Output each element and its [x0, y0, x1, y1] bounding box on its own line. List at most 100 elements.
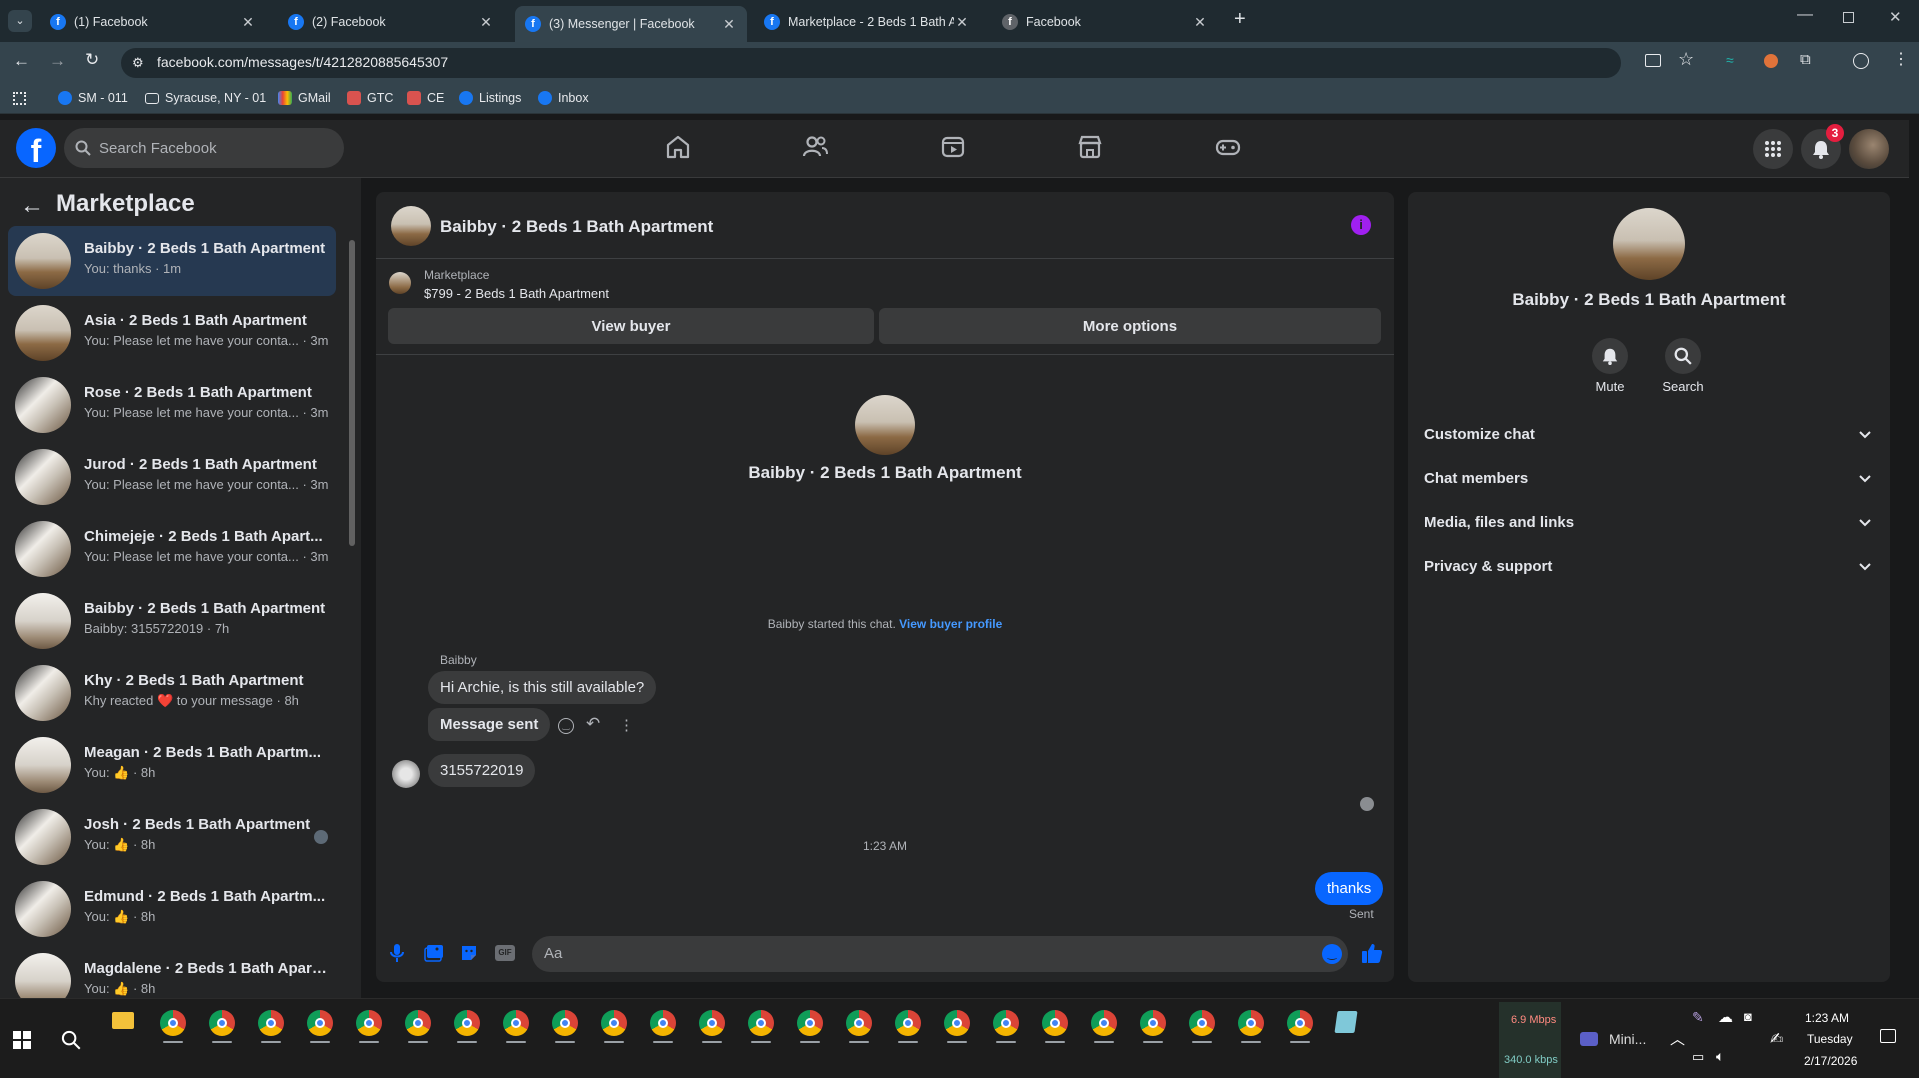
browser-menu-icon[interactable]: ⋮ — [1893, 49, 1909, 69]
like-thumb-icon[interactable] — [1361, 942, 1383, 964]
customize-chat-section[interactable]: Customize chat — [1424, 426, 1535, 443]
chrome-window-icon[interactable] — [1091, 1010, 1117, 1043]
sender-avatar[interactable] — [392, 760, 420, 788]
bookmark-ce[interactable]: CE — [407, 91, 444, 105]
show-hidden-icons-chevron-icon[interactable]: ︿ — [1670, 1028, 1685, 1049]
extension-cookie-icon[interactable] — [1764, 54, 1778, 68]
back-icon[interactable]: ← — [13, 51, 30, 71]
browser-tab-5[interactable]: f Facebook ✕ — [992, 6, 1218, 38]
tab-search-button[interactable]: ⌄ — [8, 10, 32, 32]
extensions-puzzle-icon[interactable]: ⧉ — [1800, 51, 1811, 68]
menu-grid-button[interactable] — [1753, 129, 1793, 169]
details-avatar[interactable] — [1613, 208, 1685, 280]
profile-icon[interactable] — [1853, 53, 1869, 69]
chrome-window-icon[interactable] — [307, 1010, 333, 1043]
chrome-window-icon[interactable] — [258, 1010, 284, 1043]
chevron-down-icon[interactable] — [1858, 430, 1872, 440]
listing-title[interactable]: $799 - 2 Beds 1 Bath Apartment — [424, 286, 609, 301]
chrome-window-icon[interactable] — [1140, 1010, 1166, 1043]
chrome-window-icon[interactable] — [454, 1010, 480, 1043]
conversation-item[interactable]: Rose · 2 Beds 1 Bath Apartment You: Plea… — [8, 370, 336, 440]
camera-icon[interactable]: ◙ — [1744, 1009, 1752, 1024]
info-icon[interactable]: i — [1351, 215, 1371, 235]
chrome-window-icon[interactable] — [1238, 1010, 1264, 1043]
windows-start-icon[interactable] — [13, 1031, 31, 1049]
view-buyer-profile-link[interactable]: View buyer profile — [899, 617, 1002, 631]
file-explorer-icon[interactable] — [112, 1012, 134, 1029]
bookmark-listings[interactable]: Listings — [459, 91, 521, 105]
chrome-window-icon[interactable] — [503, 1010, 529, 1043]
chevron-down-icon[interactable] — [1858, 474, 1872, 484]
chat-header-avatar[interactable] — [391, 206, 431, 246]
mini-app-label[interactable]: Mini... — [1609, 1031, 1646, 1047]
onedrive-cloud-icon[interactable]: ☁ — [1718, 1008, 1733, 1026]
touch-pen-icon[interactable]: ✍︎ — [1770, 1029, 1783, 1049]
bookmark-inbox[interactable]: Inbox — [538, 91, 589, 105]
gif-icon[interactable]: GIF — [495, 945, 515, 961]
chrome-window-icon[interactable] — [209, 1010, 235, 1043]
clock-time[interactable]: 1:23 AM — [1805, 1011, 1849, 1025]
friends-icon[interactable] — [801, 133, 829, 161]
privacy-support-section[interactable]: Privacy & support — [1424, 558, 1552, 575]
mini-app-icon[interactable] — [1580, 1032, 1598, 1046]
conversation-item[interactable]: Asia · 2 Beds 1 Bath Apartment You: Plea… — [8, 298, 336, 368]
close-tab-icon[interactable]: ✕ — [1192, 14, 1208, 31]
volume-icon[interactable]: 🔈︎ — [1716, 1048, 1724, 1065]
chrome-window-icon[interactable] — [356, 1010, 382, 1043]
install-app-icon[interactable] — [1645, 54, 1661, 67]
chat-title[interactable]: Baibby · 2 Beds 1 Bath Apartment — [440, 217, 713, 237]
browser-tab-1[interactable]: f (1) Facebook ✕ — [40, 6, 266, 38]
photo-icon[interactable] — [424, 944, 444, 962]
chrome-window-icon[interactable] — [944, 1010, 970, 1043]
gaming-icon[interactable] — [1214, 133, 1242, 161]
conversation-item[interactable]: Meagan · 2 Beds 1 Bath Apartm... You: 👍 … — [8, 730, 336, 800]
bookmark-gtc[interactable]: GTC — [347, 91, 393, 105]
chevron-down-icon[interactable] — [1858, 518, 1872, 528]
taskbar-search-icon[interactable] — [61, 1030, 81, 1050]
facebook-logo-icon[interactable]: f — [16, 128, 56, 168]
conversation-item[interactable]: Edmund · 2 Beds 1 Bath Apartm... You: 👍 … — [8, 874, 336, 944]
close-tab-icon[interactable]: ✕ — [721, 16, 737, 33]
more-options-button[interactable]: More options — [879, 308, 1381, 344]
close-window-icon[interactable]: ✕ — [1889, 8, 1902, 26]
notepad-icon[interactable] — [1334, 1011, 1358, 1033]
emoji-icon[interactable]: ‿ — [1322, 944, 1342, 964]
chrome-window-icon[interactable] — [1042, 1010, 1068, 1043]
chevron-down-icon[interactable] — [1858, 562, 1872, 572]
sticker-icon[interactable] — [460, 944, 478, 962]
extension-wave-icon[interactable]: ≈ — [1726, 52, 1734, 68]
page-scrollbar[interactable] — [1909, 120, 1919, 998]
browser-tab-3[interactable]: f (3) Messenger | Facebook ✕ — [515, 6, 747, 42]
media-files-links-section[interactable]: Media, files and links — [1424, 514, 1574, 531]
home-icon[interactable] — [664, 133, 692, 161]
conversation-list-scrollbar[interactable] — [349, 240, 355, 546]
back-arrow-icon[interactable]: ← — [20, 192, 44, 220]
url-text[interactable]: facebook.com/messages/t/4212820885645307 — [157, 54, 448, 70]
video-icon[interactable] — [939, 133, 967, 161]
minimize-window-icon[interactable]: — — [1797, 6, 1813, 24]
chrome-window-icon[interactable] — [650, 1010, 676, 1043]
mute-button[interactable] — [1592, 338, 1628, 374]
chrome-window-icon[interactable] — [699, 1010, 725, 1043]
conversation-item[interactable]: Josh · 2 Beds 1 Bath Apartment You: 👍 · … — [8, 802, 336, 872]
pen-icon[interactable]: ✎ — [1692, 1009, 1704, 1026]
chrome-window-icon[interactable] — [1189, 1010, 1215, 1043]
chrome-window-icon[interactable] — [895, 1010, 921, 1043]
bookmark-sm011[interactable]: SM - 011 — [58, 91, 128, 105]
incoming-message[interactable]: 3155722019 — [428, 754, 536, 787]
apps-grid-icon[interactable] — [13, 92, 26, 105]
forward-icon[interactable]: → — [49, 51, 66, 71]
chrome-window-icon[interactable] — [405, 1010, 431, 1043]
conversation-item[interactable]: Baibby · 2 Beds 1 Bath Apartment You: th… — [8, 226, 336, 296]
chrome-window-icon[interactable] — [846, 1010, 872, 1043]
chrome-window-icon[interactable] — [748, 1010, 774, 1043]
conversation-item[interactable]: Chimejeje · 2 Beds 1 Bath Apart... You: … — [8, 514, 336, 584]
close-tab-icon[interactable]: ✕ — [478, 14, 494, 31]
bookmark-gmail[interactable]: GMail — [278, 91, 331, 105]
message-composer-input[interactable] — [532, 936, 1348, 972]
microphone-icon[interactable] — [389, 943, 405, 963]
conversation-item[interactable]: Khy · 2 Beds 1 Bath Apartment Khy reacte… — [8, 658, 336, 728]
conversation-item[interactable]: Baibby · 2 Beds 1 Bath Apartment Baibby:… — [8, 586, 336, 656]
new-tab-button[interactable]: + — [1234, 8, 1246, 31]
reply-icon[interactable]: ↶ — [586, 714, 600, 734]
